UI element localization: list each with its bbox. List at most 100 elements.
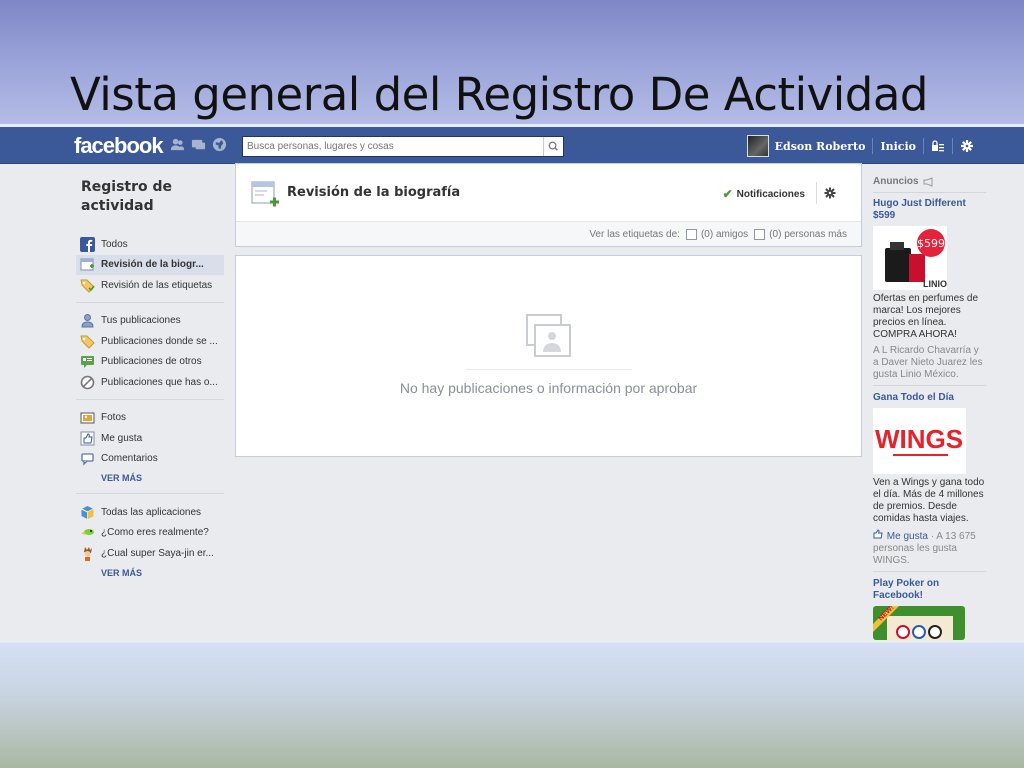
empty-state-message: No hay publicaciones o información por a… bbox=[399, 380, 698, 396]
sidebar-title: Registro de actividad bbox=[81, 179, 173, 214]
app-saiyan-icon bbox=[84, 546, 92, 561]
facebook-top-bar: facebook Edson Roberto Inicio bbox=[0, 127, 1024, 164]
comment-icon bbox=[81, 453, 94, 466]
divider bbox=[816, 182, 817, 204]
ad-item[interactable]: Hugo Just Different $599 $599 LINIO Ofer… bbox=[873, 198, 986, 386]
gear-icon[interactable] bbox=[823, 186, 837, 200]
sidebar-item-label: Todos bbox=[101, 238, 128, 250]
sidebar-item-tag-review[interactable]: Revisión de las etiquetas bbox=[76, 275, 224, 296]
others-checkbox[interactable] bbox=[754, 228, 766, 240]
empty-posts-icon bbox=[526, 314, 571, 357]
messages-icon[interactable] bbox=[191, 137, 206, 152]
search-icon[interactable] bbox=[543, 137, 563, 156]
tag-review-icon bbox=[80, 279, 95, 293]
search-input[interactable] bbox=[243, 137, 543, 156]
ad-social-context: A L Ricardo Chavarría y a Daver Nieto Ju… bbox=[873, 345, 983, 380]
ads-header: Anuncios bbox=[873, 176, 986, 193]
sidebar-item-todos[interactable]: Todos bbox=[76, 234, 224, 255]
ad-image-perfume[interactable]: $599 LINIO bbox=[873, 226, 947, 290]
sidebar-item-hidden-posts[interactable]: Publicaciones que has o... bbox=[76, 372, 224, 393]
ad-image-wings[interactable]: WINGS bbox=[873, 408, 966, 474]
notifications-label: Notificaciones bbox=[736, 188, 805, 200]
sidebar-item-label: Publicaciones que has o... bbox=[101, 376, 218, 388]
hidden-icon bbox=[80, 375, 95, 390]
notifications-button[interactable]: ✔ Notificaciones bbox=[723, 187, 805, 201]
facebook-logo[interactable]: facebook bbox=[74, 133, 164, 159]
sidebar-item-label: Tus publicaciones bbox=[101, 315, 181, 327]
sidebar-item-label: ¿Cual super Saya-jin er... bbox=[101, 547, 214, 559]
timeline-review-icon bbox=[80, 258, 94, 271]
ad-body: Ofertas en perfumes de marca! Los mejore… bbox=[873, 293, 979, 340]
like-icon bbox=[80, 431, 95, 446]
megaphone-icon bbox=[923, 176, 933, 187]
ads-column: Anuncios Hugo Just Different $599 $599 L… bbox=[873, 176, 986, 643]
divider bbox=[872, 138, 874, 154]
top-bar-right: Edson Roberto Inicio bbox=[746, 135, 974, 157]
timeline-review-icon bbox=[251, 181, 279, 207]
sidebar-item-label: Publicaciones donde se ... bbox=[101, 335, 218, 347]
sidebar-item-your-posts[interactable]: Tus publicaciones bbox=[76, 311, 224, 332]
sidebar-item-app-como-eres[interactable]: ¿Como eres realmente? bbox=[76, 523, 224, 544]
sidebar-item-app-saya-jin[interactable]: ¿Cual super Saya-jin er... bbox=[76, 543, 224, 564]
tag-icon bbox=[80, 335, 95, 349]
sidebar-item-label: Comentarios bbox=[101, 453, 158, 465]
sidebar-item-comments[interactable]: Comentarios bbox=[76, 449, 224, 470]
slide-footer-band bbox=[0, 643, 1024, 768]
user-icon bbox=[81, 314, 94, 328]
facebook-icon bbox=[80, 236, 95, 252]
notifications-globe-icon[interactable] bbox=[212, 137, 227, 152]
ad-title[interactable]: Gana Todo el Día bbox=[873, 392, 986, 404]
activity-log-sidebar: Registro de actividad Todos Revisión de … bbox=[76, 178, 224, 582]
sidebar-item-photos[interactable]: Fotos bbox=[76, 408, 224, 429]
like-link[interactable]: Me gusta bbox=[887, 531, 928, 542]
settings-gear-icon[interactable] bbox=[960, 139, 974, 153]
checkmark-icon: ✔ bbox=[722, 187, 733, 201]
see-more-link[interactable]: VER MÁS bbox=[76, 469, 224, 487]
sidebar-item-timeline-review[interactable]: Revisión de la biogr... bbox=[76, 254, 224, 275]
ad-item[interactable]: Gana Todo el Día WINGS Ven a Wings y gan… bbox=[873, 392, 986, 572]
ad-title[interactable]: Hugo Just Different $599 bbox=[873, 198, 986, 222]
sidebar-item-all-apps[interactable]: Todas las aplicaciones bbox=[76, 502, 224, 523]
friends-filter[interactable]: (0) amigos bbox=[685, 228, 748, 240]
sidebar-item-label: Me gusta bbox=[101, 432, 143, 444]
jewel-icons bbox=[170, 137, 227, 152]
sidebar-item-others-posts[interactable]: Publicaciones de otros bbox=[76, 352, 224, 373]
brand-logo: WINGS bbox=[875, 424, 963, 454]
brand-label: LINIO bbox=[923, 279, 947, 289]
panel-title: Revisión de la biografía bbox=[287, 185, 461, 200]
sidebar-item-label: Todas las aplicaciones bbox=[101, 506, 202, 518]
ad-social-context: Me gusta · A 13 675 personas les gusta W… bbox=[873, 529, 986, 567]
divider bbox=[466, 369, 632, 370]
timeline-review-panel: Revisión de la biografía ✔ Notificacione… bbox=[235, 163, 862, 247]
others-option-label: (0) personas más bbox=[769, 228, 847, 240]
ad-image-poker[interactable]: NEW! bbox=[873, 606, 965, 640]
see-more-apps-link[interactable]: VER MÁS bbox=[76, 564, 224, 582]
nav-group-posts: Tus publicaciones Publicaciones donde se… bbox=[76, 311, 224, 400]
tag-filter-label: Ver las etiquetas de: bbox=[589, 228, 680, 240]
others-filter[interactable]: (0) personas más bbox=[754, 228, 847, 240]
search-box bbox=[242, 136, 564, 157]
ad-title[interactable]: Play Poker on Facebook! bbox=[873, 578, 986, 602]
nav-group-media: Fotos Me gusta Comentarios VER MÁS bbox=[76, 408, 224, 494]
divider bbox=[952, 138, 953, 154]
profile-link[interactable]: Edson Roberto bbox=[775, 140, 866, 153]
ads-header-label: Anuncios bbox=[873, 176, 919, 187]
sidebar-item-label: Revisión de la biogr... bbox=[101, 259, 204, 271]
home-link[interactable]: Inicio bbox=[880, 140, 916, 153]
friends-icon[interactable] bbox=[170, 137, 185, 152]
sidebar-item-label: ¿Como eres realmente? bbox=[101, 527, 209, 539]
apps-icon bbox=[81, 505, 94, 519]
sidebar-item-tagged-posts[interactable]: Publicaciones donde se ... bbox=[76, 331, 224, 352]
divider bbox=[923, 138, 924, 154]
avatar[interactable] bbox=[746, 135, 769, 157]
review-content-panel: No hay publicaciones o información por a… bbox=[235, 255, 862, 457]
photos-icon bbox=[80, 412, 95, 424]
friends-checkbox[interactable] bbox=[685, 228, 697, 240]
sidebar-item-likes[interactable]: Me gusta bbox=[76, 428, 224, 449]
privacy-shortcuts-icon[interactable] bbox=[931, 139, 945, 153]
panel-header: Revisión de la biografía ✔ Notificacione… bbox=[236, 164, 861, 222]
slide-title: Vista general del Registro De Actividad bbox=[70, 68, 928, 121]
posts-icon bbox=[81, 356, 94, 369]
sidebar-item-label: Fotos bbox=[101, 412, 127, 424]
ad-item[interactable]: Play Poker on Facebook! NEW! bbox=[873, 578, 986, 640]
